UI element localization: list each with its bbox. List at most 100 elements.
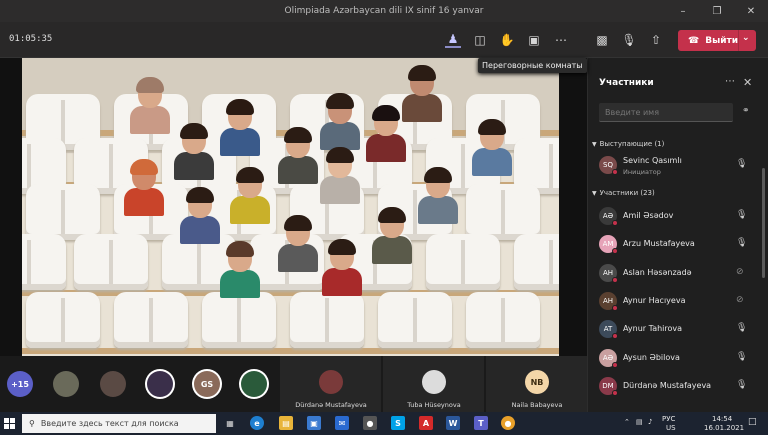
participant-video [178,187,222,244]
participant-search-input[interactable] [599,103,733,122]
seat [466,184,540,240]
chevron-down-icon[interactable]: ⌄ [742,33,750,43]
participant-role: Инициатор [623,168,661,176]
participant-tile[interactable]: Tuba Hüseynova [382,356,484,412]
leave-divider [738,30,739,51]
status-dot [612,333,618,340]
tile-avatar [422,370,446,394]
phone-icon: ☎ [688,35,700,46]
participant-bubble[interactable] [100,371,126,397]
volume-icon[interactable]: ♪ [648,418,652,426]
mail-icon[interactable]: ✉ [335,416,349,430]
skype-icon[interactable]: S [391,416,405,430]
windows-taskbar: ⚲ Введите здесь текст для поиска ▦ e ▤ ▣… [0,412,768,435]
participant-row[interactable]: AƏ Amil Əsədov 🎙 [588,203,763,229]
overflow-strip: +15 GS Dürdanə Mustafayeva Tuba Hüseynova… [0,356,587,412]
close-panel-icon[interactable]: ✕ [743,76,752,89]
participant-row[interactable]: AH Aslan Həsənzadə ⊘ [588,260,763,286]
presenters-group-header[interactable]: ▼ Выступающие (1) [592,140,664,148]
participant-row[interactable]: SQ Sevinc Qasımlı Инициатор 🎙 [588,152,763,178]
participant-video [228,167,272,224]
participant-name: Aslan Həsənzadə [623,267,692,277]
breakout-rooms-icon[interactable]: ▣ [526,32,542,48]
mic-icon: 🎙 [736,238,748,249]
participant-name: Aynur Tahirova [623,324,683,334]
participant-video [320,239,364,296]
tray-chevron-icon[interactable]: ⌃ [624,418,630,426]
participant-video [218,99,262,156]
seat [514,234,559,290]
keyboard-layout: US [666,424,676,432]
attendees-group-header[interactable]: ▼ Участники (23) [592,189,655,197]
participant-tile[interactable]: NB Naila Babayeva [485,356,587,412]
search-icon: ⚲ [29,419,35,428]
seat [378,292,452,348]
participant-video [416,167,460,224]
store-icon[interactable]: ▣ [307,416,321,430]
participant-row[interactable]: AH Aynur Hacıyeva ⊘ [588,288,763,314]
status-dot [612,304,618,311]
mic-icon[interactable]: 🎙 [621,32,637,48]
teams-icon[interactable]: T [474,416,488,430]
clock-date: 16.01.2021 [704,424,745,432]
caret-down-icon: ▼ [592,141,597,148]
edge-icon[interactable]: e [250,416,264,430]
close-window-icon[interactable]: ✕ [734,0,768,22]
minimize-icon[interactable]: – [666,0,700,22]
participant-row[interactable]: AT Aynur Tahirova 🎙 [588,316,763,342]
participant-video [276,127,320,184]
more-icon[interactable]: ⋯ [553,32,569,48]
participant-bubble[interactable] [241,371,267,397]
word-icon[interactable]: W [446,416,460,430]
language-indicator[interactable]: РУС [662,415,675,423]
camera-off-icon[interactable]: ▩ [594,32,610,48]
raise-hand-icon[interactable]: ✋ [499,32,515,48]
participant-name: Aysun Əbilova [623,352,680,362]
participant-video [128,77,172,134]
share-icon[interactable]: ⇧ [648,32,664,48]
status-dot [612,220,618,226]
participants-icon[interactable]: ♟ [445,32,461,48]
participant-tile[interactable]: Dürdanə Mustafayeva [279,356,381,412]
tile-name: Naila Babayeva [511,401,563,409]
chat-icon[interactable]: ◫ [472,32,488,48]
participant-bubble[interactable]: GS [194,371,220,397]
participant-name: Sevinc Qasımlı [623,156,682,165]
windows-start-icon[interactable] [4,418,15,429]
participant-name: Aynur Hacıyeva [623,295,686,305]
seat [26,184,100,240]
task-view-icon[interactable]: ▦ [223,416,237,430]
seat [426,234,500,290]
participants-panel: Участники ⋯ ✕ ⚭ ▼Выступающие (1) SQ Sevi… [587,58,768,412]
clock-time[interactable]: 14:54 [712,415,732,423]
participant-bubble[interactable] [147,371,173,397]
tile-avatar [319,370,343,394]
leave-label: Выйти [705,35,739,46]
acrobat-icon[interactable]: A [419,416,433,430]
participant-bubble[interactable] [53,371,79,397]
mic-icon: 🎙 [736,210,748,220]
seat [466,292,540,348]
tile-name: Tuba Hüseynova [407,401,461,409]
app-icon[interactable]: ● [363,416,377,430]
meeting-timer: 01:05:35 [9,34,53,44]
tile-avatar: NB [525,370,549,394]
overflow-count[interactable]: +15 [7,371,33,397]
window-controls: – ❐ ✕ [666,0,768,22]
file-explorer-icon[interactable]: ▤ [279,416,293,430]
title-bar: Olimpiada Azərbaycan dili IX sinif 16 ya… [0,0,768,22]
chrome-icon[interactable]: ● [501,416,515,430]
maximize-icon[interactable]: ❐ [700,0,734,22]
status-dot [612,248,618,255]
network-icon[interactable]: ▤ [636,418,643,426]
mic-icon: 🎙 [736,379,748,390]
notifications-icon[interactable]: □ [748,417,757,427]
participant-row[interactable]: DM Dürdanə Mustafayeva 🎙 [588,373,763,399]
taskbar-search[interactable]: ⚲ Введите здесь текст для поиска [22,414,216,433]
more-options-icon[interactable]: ⋯ [725,76,735,87]
share-link-icon[interactable]: ⚭ [742,106,750,116]
participant-row[interactable]: AM Arzu Mustafayeva 🎙 [588,231,763,257]
panel-scrollbar[interactable] [762,168,765,278]
participant-row[interactable]: AƏ Aysun Əbilova 🎙 [588,345,763,371]
leave-button[interactable]: ☎ Выйти ⌄ [678,30,756,51]
